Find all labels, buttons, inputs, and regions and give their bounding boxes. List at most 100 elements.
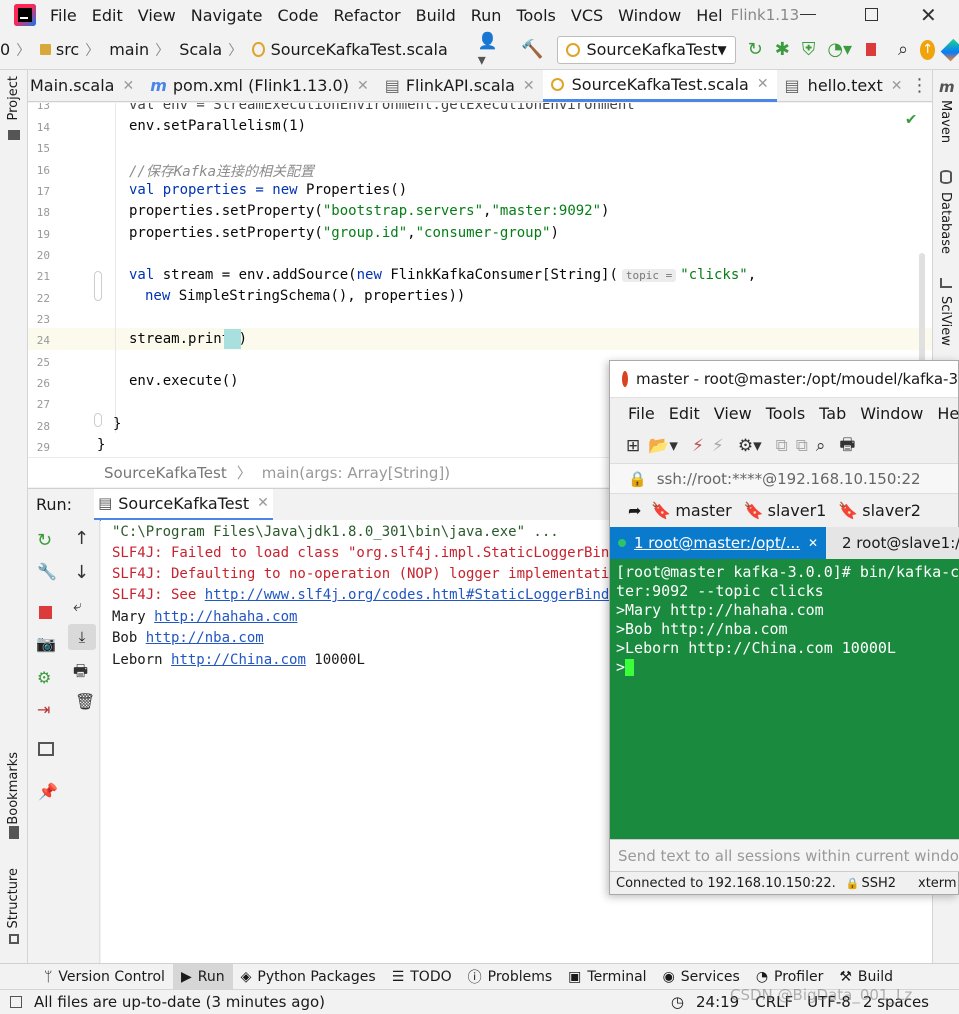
properties-icon[interactable]: ⚙▾ [738, 436, 762, 456]
send-to-all-bar[interactable]: Send text to all sessions within current… [610, 839, 959, 871]
output-link[interactable]: http://China.com [171, 652, 306, 668]
search-icon[interactable]: ⌕ [898, 39, 908, 60]
scroll-down-icon[interactable]: ↓ [74, 562, 89, 583]
bookmark-slaver2[interactable]: slaver2 [862, 501, 921, 520]
close-icon[interactable]: ✕ [891, 78, 903, 94]
delete-icon[interactable]: 🗑 [75, 692, 95, 711]
address-input[interactable]: ssh://root:****@192.168.10.150:22 [657, 470, 921, 488]
menu-view[interactable]: View [138, 6, 176, 25]
run-tab-sourcekafkatest[interactable]: ▤ SourceKafkaTest ✕ [94, 488, 273, 521]
build-hammer-icon[interactable]: 🔨 [521, 39, 543, 60]
terminal-output[interactable]: [root@master kafka-3.0.0]# bin/kafka-co … [610, 559, 959, 839]
database-tool-button[interactable]: Database [938, 192, 953, 254]
menu-file[interactable]: File [50, 6, 77, 25]
close-icon[interactable]: ✕ [808, 536, 818, 550]
menu-edit[interactable]: Edit [92, 6, 123, 25]
scroll-to-end-icon[interactable]: ⤓ [68, 624, 96, 650]
bookmarks-tool-button[interactable]: Bookmarks [6, 752, 21, 825]
close-icon[interactable]: ✕ [257, 495, 269, 511]
menu-tools[interactable]: Tools [516, 6, 555, 25]
structure-tool-button[interactable]: Structure [6, 868, 21, 928]
find-icon[interactable]: ⌕ [816, 436, 826, 456]
layout-icon[interactable] [38, 742, 54, 756]
close-icon[interactable]: ✕ [357, 78, 369, 94]
menu-help[interactable]: Hel [696, 6, 722, 25]
close-icon[interactable]: ✕ [122, 78, 134, 94]
fold-marker[interactable] [94, 413, 102, 427]
disconnect-icon[interactable]: ⚡ [712, 436, 724, 456]
run-configuration-select[interactable]: SourceKafkaTest ▼ [557, 35, 736, 64]
scroll-up-icon[interactable]: ↑ [74, 528, 89, 549]
tab-sourcekafkatest-scala[interactable]: SourceKafkaTest.scala ✕ [542, 69, 777, 102]
project-tool-button[interactable]: Project [6, 76, 21, 120]
menu-code[interactable]: Code [278, 6, 319, 25]
session-tab-master[interactable]: 1 root@master:/opt/... ✕ [610, 527, 826, 559]
print-icon[interactable]: 🖶 [839, 432, 855, 461]
tool-terminal[interactable]: ▣ Terminal [560, 964, 654, 990]
jetbrains-toolbox-icon[interactable] [940, 38, 959, 61]
rerun-icon[interactable]: ↻ [748, 39, 763, 60]
tool-todo[interactable]: ☰ TODO [384, 964, 460, 990]
xshell-menu-tools[interactable]: Tools [766, 404, 805, 423]
stop-icon[interactable] [39, 606, 52, 619]
open-folder-icon[interactable]: 📂▾ [648, 436, 678, 456]
more-tabs-icon[interactable]: ⋮ [910, 75, 928, 96]
breadcrumb-root[interactable]: 0 [0, 40, 10, 59]
xshell-menu-help[interactable]: Hel [937, 404, 959, 423]
xshell-menu-window[interactable]: Window [860, 404, 923, 423]
maximize-icon[interactable] [865, 8, 878, 21]
session-tab-slave1[interactable]: 2 root@slave1:/o [826, 527, 959, 559]
stop-icon[interactable] [866, 43, 876, 56]
login-icon[interactable]: ⇥ [37, 700, 50, 719]
sciview-tool-button[interactable]: SciView [938, 296, 953, 346]
breadcrumb-method[interactable]: main(args: Array[String]) [262, 464, 450, 482]
fold-marker[interactable] [94, 271, 102, 301]
user-icon[interactable]: 👤▾ [478, 31, 499, 69]
tab-main-scala[interactable]: Main.scala ✕ [28, 70, 142, 102]
tool-problems[interactable]: ⓘ Problems [460, 964, 561, 990]
settings-icon[interactable]: ⚙ [37, 668, 51, 687]
soft-wrap-icon[interactable]: ⤶ [73, 596, 82, 616]
menu-navigate[interactable]: Navigate [191, 6, 263, 25]
connect-icon[interactable]: ⚡ [692, 436, 704, 456]
new-session-icon[interactable]: ⊞ [626, 436, 640, 456]
breadcrumb-scala[interactable]: Scala [179, 40, 222, 59]
rerun-icon[interactable]: ↻ [37, 530, 52, 551]
xshell-menu-tab[interactable]: Tab [819, 404, 846, 423]
print-icon[interactable]: 🖶 [73, 660, 88, 687]
minimize-icon[interactable] [800, 14, 816, 15]
menu-run[interactable]: Run [471, 6, 502, 25]
wrench-icon[interactable]: 🔧 [37, 562, 57, 581]
tool-run[interactable]: ▶ Run [172, 963, 233, 990]
bookmark-slaver1[interactable]: slaver1 [768, 501, 827, 520]
debug-icon[interactable]: ✱ [775, 39, 790, 60]
pin-icon[interactable]: 📌 [38, 782, 58, 801]
tab-flinkapi-scala[interactable]: ▤ FlinkAPI.scala ✕ [377, 70, 543, 102]
coverage-icon[interactable]: ⛨ [802, 39, 816, 60]
send-text-input[interactable]: Send text to all sessions within current… [618, 847, 959, 865]
menu-window[interactable]: Window [618, 6, 681, 25]
xshell-menu-view[interactable]: View [714, 404, 752, 423]
close-icon[interactable]: ✕ [757, 76, 769, 92]
update-icon[interactable]: ↑ [920, 39, 936, 60]
close-window-icon[interactable]: ✕ [920, 3, 937, 27]
copy-icon[interactable]: ⧉ [776, 436, 788, 456]
camera-icon[interactable]: 📷 [36, 634, 56, 653]
xshell-menu-file[interactable]: File [628, 404, 655, 423]
menu-vcs[interactable]: VCS [571, 6, 603, 25]
breadcrumb-object[interactable]: SourceKafkaTest [104, 464, 227, 482]
slf4j-link[interactable]: http://www.slf4j.org/codes.html#StaticLo… [205, 587, 626, 603]
output-link[interactable]: http://hahaha.com [154, 609, 297, 625]
bookmark-master[interactable]: master [675, 501, 731, 520]
xshell-menu-edit[interactable]: Edit [669, 404, 700, 423]
menu-build[interactable]: Build [416, 6, 456, 25]
breadcrumb-main[interactable]: main [109, 40, 149, 59]
paste-icon[interactable]: ⧉ [796, 436, 808, 456]
maven-tool-button[interactable]: Maven [938, 100, 953, 143]
tab-hello-text[interactable]: ▤ hello.text ✕ [777, 70, 911, 102]
profile-icon[interactable]: ◔▾ [827, 39, 852, 60]
menu-refactor[interactable]: Refactor [333, 6, 400, 25]
close-icon[interactable]: ✕ [523, 78, 535, 94]
tool-python-packages[interactable]: ◈ Python Packages [233, 964, 384, 990]
tool-version-control[interactable]: ᛘ Version Control [36, 964, 173, 990]
